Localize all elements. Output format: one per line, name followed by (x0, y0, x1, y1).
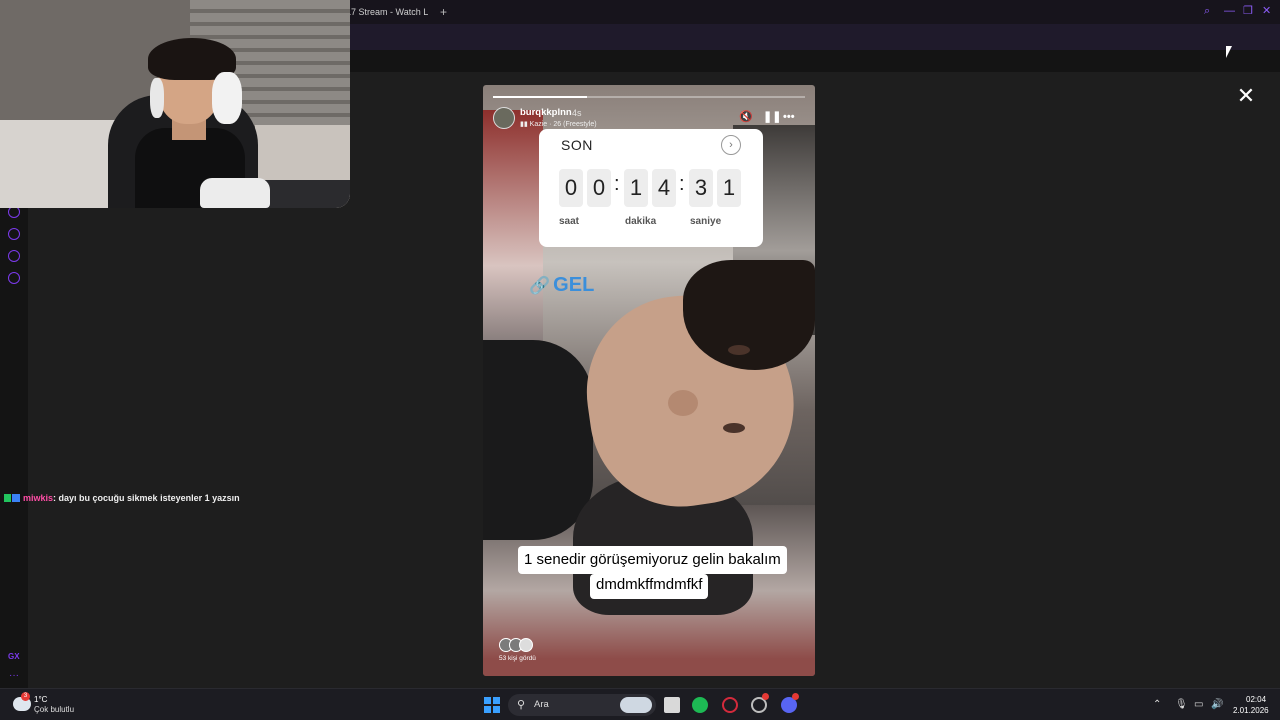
history-icon[interactable] (8, 228, 20, 240)
story-progress-fill (493, 96, 587, 98)
maximize-button[interactable]: ❐ (1243, 4, 1253, 18)
countdown-label-seconds: saniye (690, 216, 722, 227)
story-nose (668, 390, 698, 416)
volume-icon[interactable]: 🔊 (1211, 699, 1223, 711)
new-tab-button[interactable]: + (440, 5, 447, 19)
chat-username[interactable]: miwkis (23, 493, 53, 503)
chat-message-text: dayı bu çocuğu sikmek isteyenler 1 yazsı… (58, 493, 240, 503)
windows-start-icon[interactable] (484, 697, 500, 713)
clock-time[interactable]: 02:04 (1246, 695, 1266, 704)
story-viewers-count[interactable]: 53 kişi gördü (499, 655, 536, 662)
countdown-digit: 3 (689, 169, 713, 207)
link-icon: 🔗 (529, 276, 551, 295)
story-eye (723, 423, 745, 433)
more-options-icon[interactable]: ••• (783, 111, 795, 123)
task-view-icon[interactable] (664, 697, 680, 713)
search-tabs-icon[interactable]: ⌕ (1204, 4, 1210, 18)
countdown-digit: 0 (559, 169, 583, 207)
story-eye (728, 345, 750, 355)
messenger-icon[interactable] (8, 250, 20, 262)
weather-badge: 3 (21, 692, 30, 701)
start-tile (484, 706, 491, 713)
story-time: 4s (572, 108, 582, 118)
chevron-right-icon[interactable]: › (721, 135, 741, 155)
clock-date[interactable]: 2.01.2026 (1233, 706, 1269, 715)
countdown-sticker[interactable]: SON › 0 0 : 1 4 : 3 1 saat dakika saniye (539, 129, 763, 247)
countdown-digit: 1 (624, 169, 648, 207)
link-label: GEL (553, 274, 595, 296)
microphone-icon[interactable]: 🎙 (1175, 699, 1188, 711)
start-tile (493, 706, 500, 713)
story-caption-line1: 1 senedir görüşemiyoruz gelin bakalım (518, 546, 787, 574)
notification-dot (762, 693, 769, 700)
story-music[interactable]: ▮▮ Kazie · 26 (Freestyle) (520, 120, 597, 128)
countdown-label-minutes: dakika (625, 216, 657, 227)
desktop-screen: an17 Stream - Watch L + ⌕ — ❐ ✕ ⌖ ⬚ ⛉ ▷ … (0, 0, 1280, 720)
close-window-button[interactable]: ✕ (1262, 4, 1271, 18)
avatar[interactable] (493, 107, 515, 129)
chat-badge-icon (4, 494, 11, 502)
more-icon[interactable]: ··· (9, 670, 19, 681)
gx-corner-icon[interactable]: GX (8, 652, 20, 661)
countdown-digit: 1 (717, 169, 741, 207)
taskbar: 3 1°C Çok bulutlu ⚲ Ara ⌃ 🎙 ▭ 🔊 02:04 2.… (0, 688, 1280, 720)
countdown-digit: 4 (652, 169, 676, 207)
search-highlight-icon (620, 697, 652, 713)
browser-sidebar (0, 200, 28, 688)
chevron-up-icon[interactable]: ⌃ (1153, 699, 1161, 711)
webcam-headphones (212, 72, 242, 124)
chat-message: miwkis: dayı bu çocuğu sikmek isteyenler… (4, 493, 240, 503)
start-tile (484, 697, 491, 704)
webcam-headphones-left (150, 78, 164, 118)
story-viewer[interactable]: burqkkplnn 4s ▮▮ Kazie · 26 (Freestyle) … (483, 85, 815, 676)
story-bg-panel (483, 110, 543, 370)
display-icon[interactable]: ▭ (1194, 699, 1203, 711)
story-headphones (483, 340, 593, 540)
mouse-cursor (1226, 46, 1232, 58)
opera-gx-icon[interactable] (722, 697, 738, 713)
story-music-text: Kazie · 26 (Freestyle) (529, 121, 597, 128)
chat-separator: : (53, 493, 57, 503)
link-sticker[interactable]: 🔗 GEL (529, 274, 594, 297)
settings-icon[interactable] (8, 272, 20, 284)
story-progress-bar (493, 96, 805, 98)
mute-icon[interactable]: 🔇 (739, 111, 753, 123)
webcam-controller (200, 178, 270, 208)
spotify-icon[interactable] (692, 697, 708, 713)
countdown-label-hours: saat (559, 216, 580, 227)
start-tile (493, 697, 500, 704)
viewer-avatar (519, 638, 533, 652)
countdown-colon: : (614, 173, 620, 195)
story-caption-line2: dmdmkffmdmfkf (590, 574, 709, 599)
countdown-digit: 0 (587, 169, 611, 207)
minimize-button[interactable]: — (1224, 4, 1235, 18)
close-icon[interactable]: ✕ (1236, 85, 1256, 107)
story-username[interactable]: burqkkplnn (520, 107, 572, 118)
weather-temp[interactable]: 1°C (34, 695, 47, 704)
search-icon: ⚲ (517, 699, 526, 711)
notification-dot (792, 693, 799, 700)
search-placeholder: Ara (534, 699, 549, 710)
chat-badge-icon (12, 494, 20, 502)
browser-tab[interactable]: an17 Stream - Watch L (336, 3, 436, 23)
taskbar-search[interactable]: ⚲ Ara (508, 694, 656, 716)
countdown-title: SON (561, 137, 593, 153)
pause-icon[interactable]: ❚❚ (763, 111, 781, 123)
webcam-overlay (0, 0, 350, 208)
countdown-colon: : (679, 173, 685, 195)
weather-desc[interactable]: Çok bulutlu (34, 705, 74, 714)
